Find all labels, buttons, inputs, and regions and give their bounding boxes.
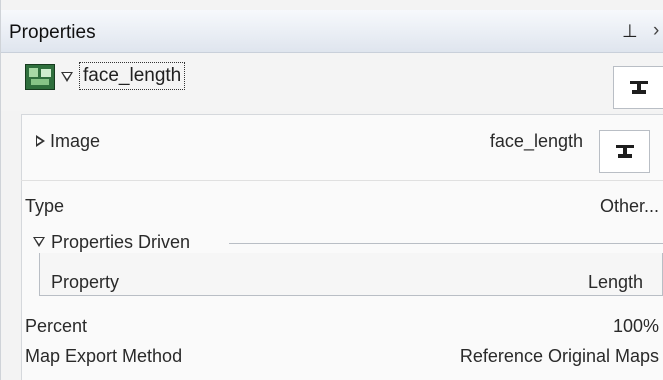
row-divider <box>21 180 663 181</box>
close-icon[interactable]: › <box>653 20 659 42</box>
texture-map-icon <box>25 64 55 90</box>
property-label: Property <box>51 272 120 292</box>
map-export-value[interactable]: Reference Original Maps <box>460 346 659 367</box>
object-name[interactable]: face_length <box>79 62 186 90</box>
expand-triangle-icon[interactable] <box>36 135 45 147</box>
map-export-label: Map Export Method <box>25 346 183 366</box>
pin-to-tab-icon <box>615 144 635 159</box>
pin-to-tab-icon <box>629 80 649 95</box>
properties-driven-label: Properties Driven <box>51 232 191 252</box>
property-value[interactable]: Length <box>588 272 643 293</box>
pin-icon[interactable]: ⊥ <box>622 21 638 42</box>
pin-to-tab-button[interactable] <box>613 66 663 109</box>
percent-label: Percent <box>25 316 88 336</box>
image-value[interactable]: face_length <box>490 131 583 152</box>
collapse-triangle-inner <box>63 73 71 79</box>
collapse-triangle-inner <box>35 238 43 244</box>
panel-titlebar: Properties ⊥ › <box>1 10 663 53</box>
image-label: Image <box>50 131 101 151</box>
image-pin-button[interactable] <box>599 130 650 173</box>
type-value[interactable]: Other... <box>600 196 659 217</box>
properties-panel: Properties ⊥ › face_length Image face_le… <box>0 0 663 380</box>
type-label: Type <box>25 196 65 216</box>
percent-value[interactable]: 100% <box>613 316 659 337</box>
group-border-line <box>229 243 663 244</box>
properties-driven-box <box>39 253 663 296</box>
panel-title: Properties <box>9 22 96 43</box>
